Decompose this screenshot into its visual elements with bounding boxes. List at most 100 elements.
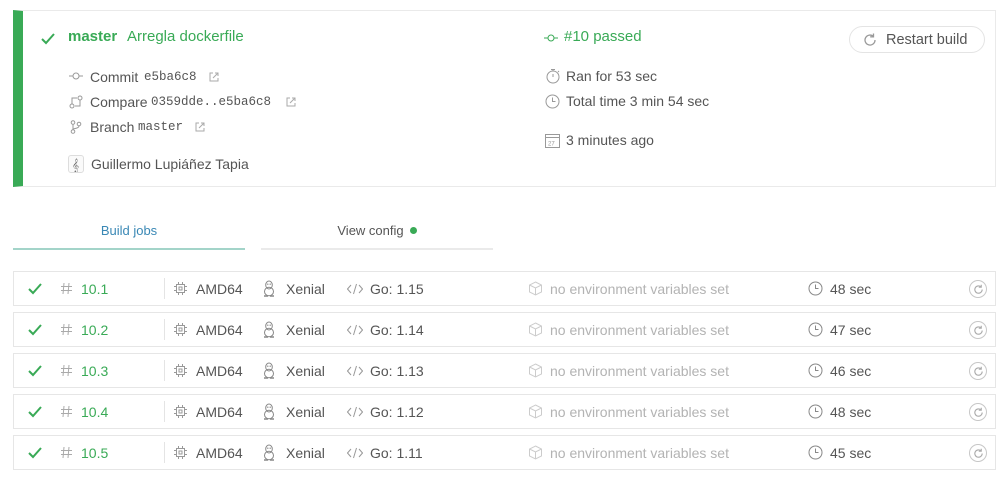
stopwatch-icon [545, 68, 561, 84]
code-icon [347, 395, 363, 428]
restart-job-icon[interactable] [969, 444, 987, 462]
linux-icon [262, 395, 276, 428]
hash-icon [60, 313, 73, 346]
job-env: no environment variables set [550, 321, 729, 338]
commit-sha-link[interactable]: e5ba6c8 [144, 70, 197, 84]
restart-icon [862, 32, 878, 48]
tab-build-jobs[interactable]: Build jobs [13, 212, 245, 250]
compare-icon [69, 95, 83, 109]
finished-time: 3 minutes ago [566, 132, 654, 148]
job-number[interactable]: 10.4 [81, 395, 108, 428]
restart-build-button[interactable]: Restart build [849, 26, 985, 53]
job-duration: 48 sec [830, 403, 872, 420]
code-icon [347, 354, 363, 387]
linux-icon [262, 272, 276, 305]
job-duration: 45 sec [830, 444, 872, 461]
clock-icon [808, 272, 823, 305]
job-arch: AMD64 [196, 362, 243, 379]
clock-icon [808, 313, 823, 346]
box-icon [528, 436, 543, 469]
job-row[interactable]: 10.4 AMD64 Xenial Go: 1.12 no environmen… [13, 394, 996, 429]
job-number[interactable]: 10.3 [81, 354, 108, 387]
hash-icon [60, 354, 73, 387]
divider [164, 442, 165, 463]
check-icon [28, 436, 42, 469]
check-icon [28, 313, 42, 346]
tab-view-config-label: View config [337, 222, 404, 238]
check-icon [28, 395, 42, 428]
job-number[interactable]: 10.5 [81, 436, 108, 469]
ran-for: Ran for 53 sec [566, 68, 658, 84]
job-duration: 48 sec [830, 280, 872, 297]
code-icon [347, 272, 363, 305]
build-status: #10 passed [564, 28, 642, 45]
job-arch: AMD64 [196, 321, 243, 338]
linux-icon [262, 354, 276, 387]
job-env: no environment variables set [550, 403, 729, 420]
clock-icon [545, 94, 560, 109]
job-env: no environment variables set [550, 444, 729, 461]
commit-status-icon [544, 33, 558, 43]
box-icon [528, 354, 543, 387]
config-status-dot [409, 226, 417, 234]
cpu-icon [174, 313, 187, 346]
cpu-icon [174, 395, 187, 428]
svg-text:27: 27 [548, 142, 555, 148]
avatar: 𝄞 [68, 155, 84, 173]
box-icon [528, 395, 543, 428]
svg-text:𝄞: 𝄞 [72, 158, 79, 172]
check-icon [28, 272, 42, 305]
restart-job-icon[interactable] [969, 321, 987, 339]
commit-icon [69, 71, 83, 81]
author-name: Guillermo Lupiáñez Tapia [91, 156, 249, 172]
job-os: Xenial [286, 280, 325, 297]
hash-icon [60, 436, 73, 469]
code-icon [347, 436, 363, 469]
job-os: Xenial [286, 403, 325, 420]
cpu-icon [174, 436, 187, 469]
job-arch: AMD64 [196, 280, 243, 297]
job-arch: AMD64 [196, 444, 243, 461]
cpu-icon [174, 272, 187, 305]
restart-job-icon[interactable] [969, 280, 987, 298]
job-row[interactable]: 10.2 AMD64 Xenial Go: 1.14 no environmen… [13, 312, 996, 347]
job-os: Xenial [286, 444, 325, 461]
job-env: no environment variables set [550, 362, 729, 379]
job-number[interactable]: 10.1 [81, 272, 108, 305]
job-language: Go: 1.14 [370, 321, 424, 338]
job-env: no environment variables set [550, 280, 729, 297]
cpu-icon [174, 354, 187, 387]
check-icon [28, 354, 42, 387]
clock-icon [808, 436, 823, 469]
job-row[interactable]: 10.1 AMD64 Xenial Go: 1.15 no environmen… [13, 271, 996, 306]
hash-icon [60, 395, 73, 428]
box-icon [528, 313, 543, 346]
job-duration: 46 sec [830, 362, 872, 379]
box-icon [528, 272, 543, 305]
external-link-icon[interactable] [195, 122, 205, 132]
branch-name-link[interactable]: master [138, 120, 183, 134]
clock-icon [808, 354, 823, 387]
check-icon [41, 33, 55, 45]
total-time: Total time 3 min 54 sec [566, 93, 710, 109]
linux-icon [262, 436, 276, 469]
external-link-icon[interactable] [286, 97, 296, 107]
external-link-icon[interactable] [209, 72, 219, 82]
branch-icon [70, 120, 82, 134]
clock-icon [808, 395, 823, 428]
commit-message[interactable]: Arregla dockerfile [127, 28, 244, 45]
job-row[interactable]: 10.3 AMD64 Xenial Go: 1.13 no environmen… [13, 353, 996, 388]
job-row[interactable]: 10.5 AMD64 Xenial Go: 1.11 no environmen… [13, 435, 996, 470]
compare-range-link[interactable]: 0359dde..e5ba6c8 [151, 95, 271, 109]
divider [164, 360, 165, 381]
build-summary: master Arregla dockerfile Commit e5ba6c8… [13, 10, 996, 187]
hash-icon [60, 272, 73, 305]
calendar-icon: 27 [545, 133, 560, 148]
divider [164, 319, 165, 340]
tab-view-config[interactable]: View config [261, 212, 493, 250]
restart-job-icon[interactable] [969, 362, 987, 380]
job-number[interactable]: 10.2 [81, 313, 108, 346]
divider [164, 278, 165, 299]
restart-job-icon[interactable] [969, 403, 987, 421]
branch-link[interactable]: master [68, 28, 117, 45]
